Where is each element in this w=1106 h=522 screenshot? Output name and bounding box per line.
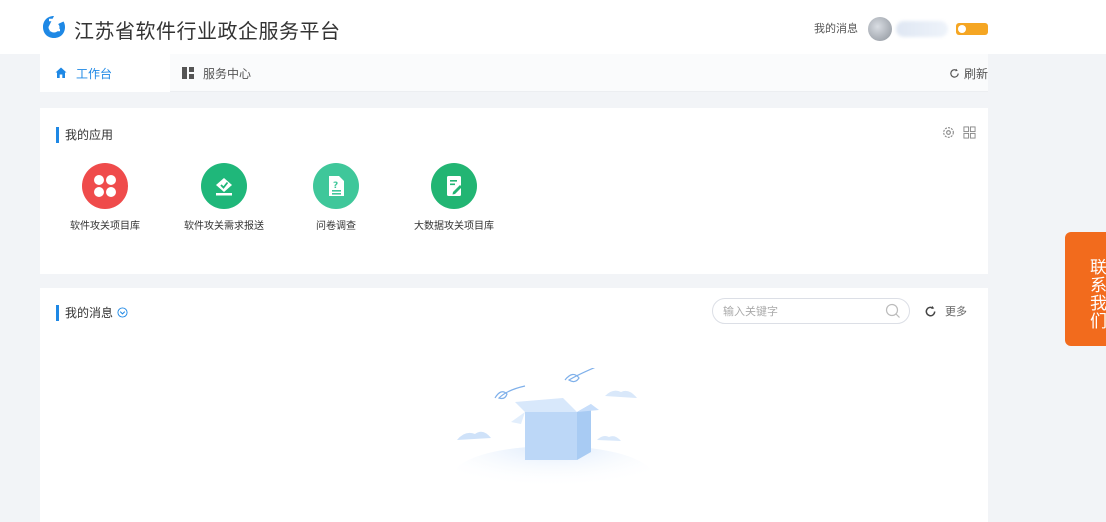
- app-bigdata-project-library[interactable]: 大数据攻关项目库: [394, 163, 514, 232]
- section-title: 我的应用: [56, 126, 113, 143]
- tab-label: 服务中心: [203, 66, 252, 81]
- submit-tray-icon: [201, 163, 247, 209]
- app-label: 大数据攻关项目库: [414, 221, 494, 232]
- clover-icon: [82, 163, 128, 209]
- search-icon[interactable]: [885, 303, 901, 319]
- home-icon: [55, 67, 67, 78]
- settings-icon[interactable]: [942, 126, 955, 139]
- svg-text:?: ?: [333, 181, 338, 191]
- certified-badge: [956, 23, 988, 35]
- message-search: [712, 298, 910, 324]
- app-label: 软件攻关项目库: [70, 221, 140, 232]
- main-nav: 工作台 服务中心 刷新: [40, 54, 988, 92]
- site-title[interactable]: 江苏省软件行业政企服务平台: [74, 15, 341, 44]
- shield-check-icon: [958, 25, 966, 33]
- apps-tools: [942, 126, 976, 139]
- more-label: 更多: [945, 305, 967, 318]
- app-software-project-library[interactable]: 软件攻关项目库: [45, 163, 165, 232]
- app-survey[interactable]: ? 问卷调查: [276, 163, 396, 232]
- grid-icon: [182, 67, 194, 79]
- title-accent-bar: [56, 304, 59, 321]
- refresh-icon: [950, 68, 959, 78]
- empty-box-illustration: [453, 368, 653, 498]
- top-bar: 江苏省软件行业政企服务平台 我的消息: [0, 0, 1106, 54]
- my-messages-link[interactable]: 我的消息: [814, 20, 858, 36]
- grid-icon[interactable]: [963, 126, 976, 139]
- search-input[interactable]: [723, 303, 873, 319]
- more-button[interactable]: 更多: [924, 303, 967, 319]
- refresh-button[interactable]: 刷新: [949, 54, 988, 92]
- chevron-down-circle-icon[interactable]: [117, 307, 128, 318]
- avatar[interactable]: [868, 17, 892, 41]
- contact-us-button[interactable]: 联系我们: [1065, 232, 1106, 346]
- app-label: 软件攻关需求报送: [184, 221, 264, 232]
- username-blurred[interactable]: [896, 21, 948, 37]
- my-apps-card: 我的应用 软件攻关项目库 软件攻关需求报送 ? 问卷调查 大数据攻关项目库: [40, 108, 988, 274]
- app-label: 问卷调查: [316, 221, 356, 232]
- app-demand-submission[interactable]: 软件攻关需求报送: [164, 163, 284, 232]
- section-title: 我的消息: [56, 304, 128, 321]
- apps-title: 我的应用: [65, 128, 114, 142]
- my-messages-card: 我的消息 更多: [40, 288, 988, 522]
- tab-workbench[interactable]: 工作台: [40, 54, 170, 92]
- survey-doc-icon: ?: [313, 163, 359, 209]
- zhi-logo-icon[interactable]: [42, 15, 66, 39]
- tab-label: 工作台: [76, 66, 113, 81]
- refresh-label: 刷新: [963, 66, 988, 81]
- tab-service-center[interactable]: 服务中心: [182, 54, 251, 92]
- edit-doc-icon: [431, 163, 477, 209]
- title-accent-bar: [56, 126, 59, 143]
- messages-title: 我的消息: [65, 306, 114, 320]
- refresh-icon: [925, 305, 936, 316]
